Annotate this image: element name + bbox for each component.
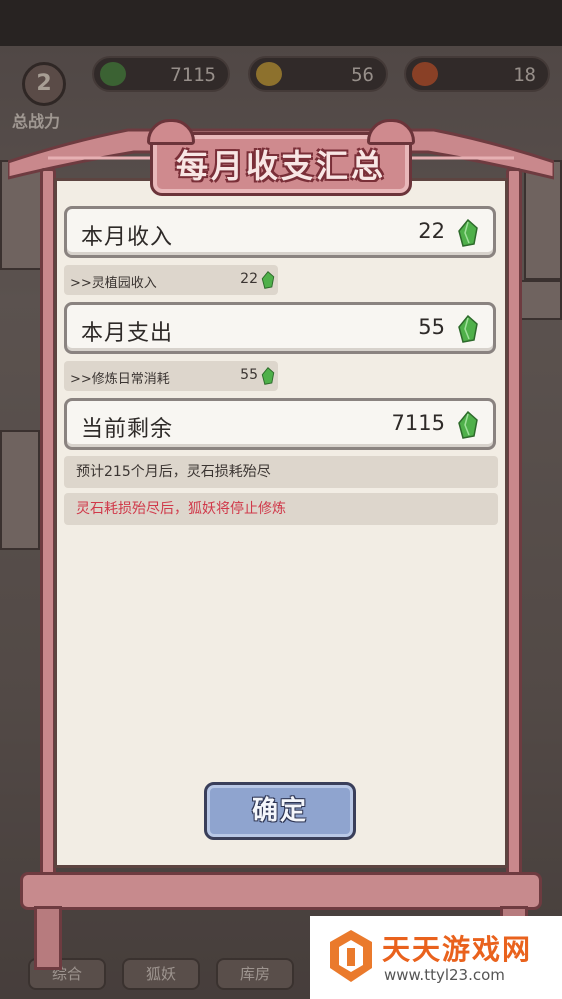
income-detail-value: 22 [240, 271, 258, 287]
confirm-button[interactable]: 确定 [204, 782, 356, 840]
income-label: 本月收入 [81, 225, 174, 250]
watermark-url: www.ttyl23.com [384, 966, 505, 984]
dialog-right-pillar [506, 168, 522, 888]
watermark-logo-icon [330, 930, 372, 982]
balance-label: 当前剩余 [81, 417, 174, 442]
watermark: 天天游戏网 www.ttyl23.com [310, 916, 562, 999]
green-gem-icon [261, 367, 275, 385]
income-row: 本月收入 22 [64, 206, 496, 258]
dialog-base [20, 872, 542, 910]
dialog-foot-left [34, 906, 62, 970]
income-detail-label: >>灵植园收入 [70, 276, 157, 291]
green-gem-icon [458, 315, 478, 343]
dialog-title: 每月收支汇总 [175, 147, 386, 185]
expense-row: 本月支出 55 [64, 302, 496, 354]
expense-detail-label: >>修炼日常消耗 [70, 372, 170, 387]
income-detail-row: >>灵植园收入 22 [64, 265, 278, 295]
green-gem-icon [458, 219, 478, 247]
income-value: 22 [418, 219, 445, 243]
expense-value: 55 [418, 315, 445, 339]
balance-row: 当前剩余 7115 [64, 398, 496, 450]
green-gem-icon [261, 271, 275, 289]
expense-detail-row: >>修炼日常消耗 55 [64, 361, 278, 391]
warning-text: 灵石耗损殆尽后，狐妖将停止修炼 [64, 493, 498, 525]
expense-detail-value: 55 [240, 367, 258, 383]
expense-label: 本月支出 [81, 321, 174, 346]
forecast-text: 预计215个月后，灵石损耗殆尽 [64, 456, 498, 488]
green-gem-icon [458, 411, 478, 439]
balance-value: 7115 [391, 411, 445, 435]
watermark-text: 天天游戏网 [382, 933, 533, 966]
